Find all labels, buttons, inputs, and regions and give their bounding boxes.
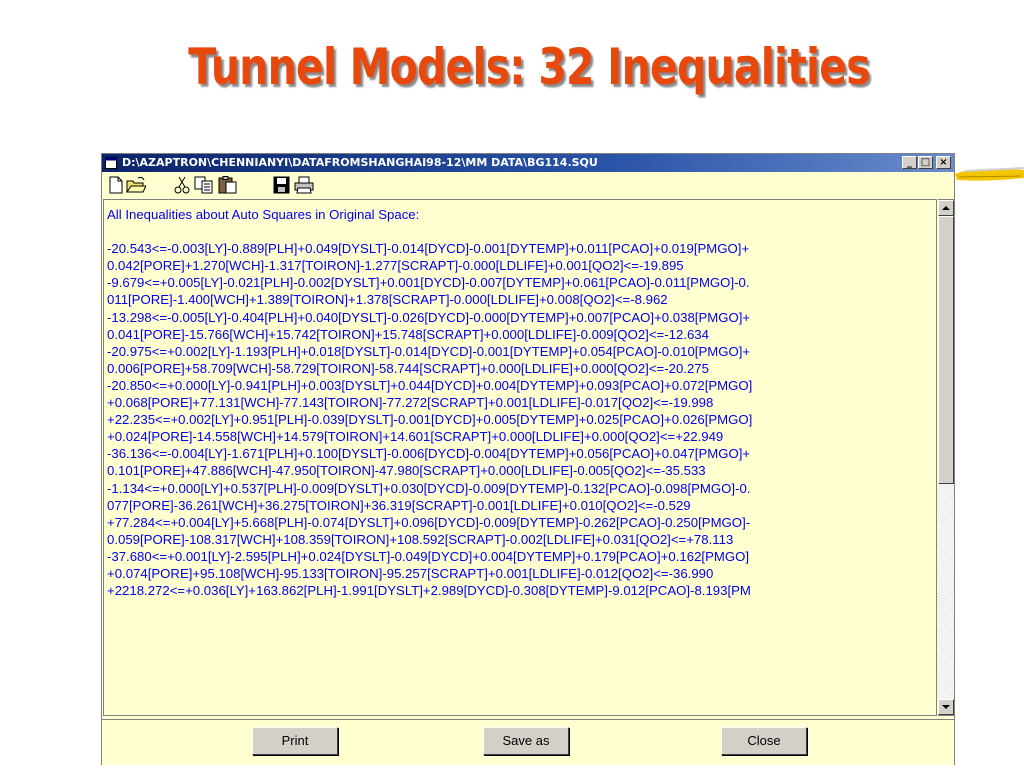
- text-line: 077[PORE]-36.261[WCH]+36.275[TOIRON]+36.…: [107, 497, 691, 513]
- maximize-button[interactable]: □: [918, 156, 933, 169]
- arrow-up-icon: [942, 206, 950, 210]
- text-line: +77.284<=+0.004[LY]+5.668[PLH]-0.074[DYS…: [107, 514, 751, 530]
- text-line: -1.134<=+0.000[LY]+0.537[PLH]-0.009[DYSL…: [107, 480, 751, 496]
- text-line: +2218.272<=+0.036[LY]+163.862[PLH]-1.991…: [107, 583, 751, 599]
- text-line: -20.975<=+0.002[LY]-1.193[PLH]+0.018[DYS…: [107, 343, 751, 359]
- text-line: [107, 223, 936, 240]
- print-icon[interactable]: [294, 176, 314, 194]
- text-line: -20.850<=+0.000[LY]-0.941[PLH]+0.003[DYS…: [107, 377, 753, 393]
- arrow-down-icon: [942, 705, 950, 709]
- text-line: +22.235<=+0.002[LY]+0.951[PLH]-0.039[DYS…: [107, 412, 753, 428]
- copy-icon[interactable]: [194, 176, 214, 194]
- text-line: 0.059[PORE]-108.317[WCH]+108.359[TOIRON]…: [107, 531, 734, 547]
- vertical-scrollbar[interactable]: [938, 199, 954, 716]
- button-bar: Print Save as Close: [102, 719, 954, 765]
- close-window-button[interactable]: ×: [936, 156, 951, 169]
- text-line: 011[PORE]-1.400[WCH]+1.389[TOIRON]+1.378…: [107, 292, 668, 308]
- paste-icon[interactable]: [218, 176, 238, 194]
- close-button[interactable]: Close: [721, 727, 807, 755]
- inequalities-text-area[interactable]: All Inequalities about Auto Squares in O…: [103, 199, 937, 716]
- text-line: -36.136<=-0.004[LY]-1.671[PLH]+0.100[DYS…: [107, 446, 751, 462]
- decorative-swoosh: [955, 167, 1024, 181]
- scroll-down-button[interactable]: [938, 699, 954, 715]
- toolbar: [102, 173, 954, 197]
- text-line: All Inequalities about Auto Squares in O…: [107, 207, 420, 222]
- text-line: +0.074[PORE]+95.108[WCH]-95.133[TOIRON]-…: [107, 565, 714, 581]
- inequalities-text: All Inequalities about Auto Squares in O…: [107, 206, 936, 599]
- window-title: D:\AZAPTRON\CHENNIANYI\DATAFROMSHANGHAI9…: [122, 156, 598, 169]
- save-icon[interactable]: [272, 176, 292, 194]
- text-line: 0.042[PORE]+1.270[WCH]-1.317[TOIRON]-1.2…: [107, 258, 684, 274]
- scroll-up-button[interactable]: [938, 200, 954, 216]
- title-bar[interactable]: D:\AZAPTRON\CHENNIANYI\DATAFROMSHANGHAI9…: [102, 154, 954, 172]
- app-icon: [105, 157, 117, 169]
- save-as-button[interactable]: Save as: [483, 727, 569, 755]
- minimize-button[interactable]: _: [902, 156, 917, 169]
- text-line: -20.543<=-0.003[LY]-0.889[PLH]+0.049[DYS…: [107, 241, 750, 257]
- text-line: +0.068[PORE]+77.131[WCH]-77.143[TOIRON]-…: [107, 395, 714, 411]
- text-line: +0.024[PORE]-14.558[WCH]+14.579[TOIRON]+…: [107, 429, 724, 445]
- text-line: 0.041[PORE]-15.766[WCH]+15.742[TOIRON]+1…: [107, 326, 709, 342]
- print-button[interactable]: Print: [252, 727, 338, 755]
- text-line: -37.680<=+0.001[LY]-2.595[PLH]+0.024[DYS…: [107, 548, 750, 564]
- open-icon[interactable]: [126, 176, 146, 194]
- text-line: -13.298<=-0.005[LY]-0.404[PLH]+0.040[DYS…: [107, 309, 751, 325]
- cut-icon[interactable]: [172, 176, 192, 194]
- slide-title: Tunnel Models: 32 Inequalities: [188, 38, 870, 96]
- text-line: 0.101[PORE]+47.886[WCH]-47.950[TOIRON]-4…: [107, 463, 706, 479]
- new-icon[interactable]: [106, 176, 126, 194]
- scrollbar-thumb[interactable]: [938, 216, 954, 484]
- squares-window: D:\AZAPTRON\CHENNIANYI\DATAFROMSHANGHAI9…: [101, 153, 955, 765]
- text-line: 0.006[PORE]+58.709[WCH]-58.729[TOIRON]-5…: [107, 360, 709, 376]
- text-line: -9.679<=+0.005[LY]-0.021[PLH]-0.002[DYSL…: [107, 275, 750, 291]
